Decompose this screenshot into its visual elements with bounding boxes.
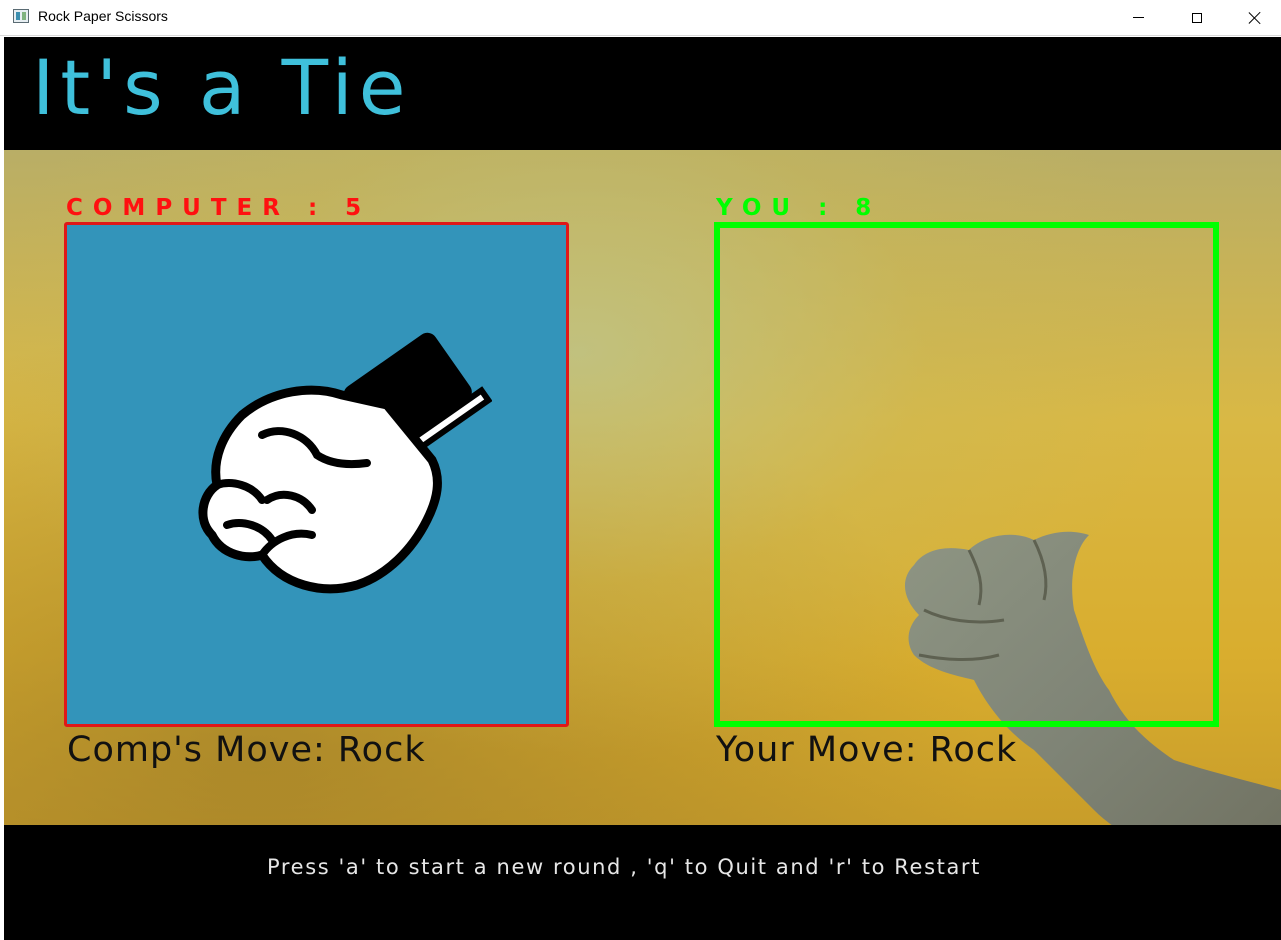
minimize-icon xyxy=(1132,17,1144,18)
result-banner: It's a Tie xyxy=(4,37,1281,150)
result-text: It's a Tie xyxy=(32,43,412,132)
app-icon xyxy=(13,9,29,23)
maximize-button[interactable] xyxy=(1174,0,1220,35)
computer-score: COMPUTER : 5 xyxy=(66,195,372,221)
window-title: Rock Paper Scissors xyxy=(38,8,168,24)
window-titlebar: Rock Paper Scissors xyxy=(0,0,1281,36)
maximize-icon xyxy=(1192,12,1202,23)
player-detection-box xyxy=(714,222,1219,727)
minimize-button[interactable] xyxy=(1115,0,1161,35)
player-move-label: Your Move: Rock xyxy=(716,730,1018,770)
instructions-text: Press 'a' to start a new round , 'q' to … xyxy=(267,855,981,879)
close-button[interactable] xyxy=(1232,0,1278,35)
close-icon xyxy=(1249,12,1261,24)
computer-move-label: Comp's Move: Rock xyxy=(67,730,426,770)
instructions-bar xyxy=(4,825,1281,940)
rock-fist-icon xyxy=(198,332,492,594)
computer-move-panel xyxy=(64,222,569,727)
player-score: YOU : 8 xyxy=(716,195,882,221)
game-frame: It's a Tie COMPUTER : 5 YOU : 8 Comp's M… xyxy=(4,37,1281,940)
